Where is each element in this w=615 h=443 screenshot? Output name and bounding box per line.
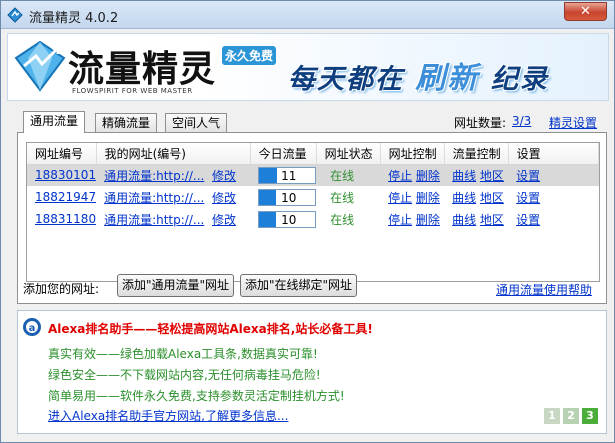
header-url-id[interactable]: 网址编号 [27,143,97,165]
edit-link[interactable]: 修改 [212,213,236,227]
url-id-link[interactable]: 18830101 [35,168,96,182]
stop-link[interactable]: 停止 [388,213,412,227]
slogan: 每天都在 刷新 纪录 [288,53,549,97]
traffic-value: 10 [281,212,297,227]
delete-link[interactable]: 删除 [416,213,440,227]
url-table: 网址编号 我的网址(编号) 今日流量 网址状态 网址控制 流量控制 设置 188… [26,142,600,282]
curve-link[interactable]: 曲线 [452,169,476,183]
spirit-settings-link[interactable]: 精灵设置 [549,114,597,131]
tab-precise-traffic[interactable]: 精确流量 [95,113,158,132]
banner: 流量精灵 FLOWSPIRIT FOR WEB MASTER 永久免费 每天都在… [7,33,609,101]
free-badge: 永久免费 [222,46,277,65]
traffic-fill [259,167,278,183]
stop-link[interactable]: 停止 [388,169,412,183]
slogan-part1: 每天都在 [288,64,404,95]
delete-link[interactable]: 删除 [416,191,440,205]
url-id-link[interactable]: 18831180 [35,212,96,226]
url-count-label: 网址数量: [454,116,507,130]
row-settings-link[interactable]: 设置 [516,191,540,205]
header-url-control[interactable]: 网址控制 [380,143,445,165]
ad-line-3: 简单易用——软件永久免费,支持参数灵活定制挂机方式! [48,389,345,403]
main-window: 流量精灵 4.0.2 ✕ 流量精灵 FLOWSPIRIT FOR WEB MAS… [0,0,615,443]
logo-subtitle: FLOWSPIRIT FOR WEB MASTER [72,87,193,95]
close-button[interactable]: ✕ [564,2,607,21]
logo-icon [14,40,66,92]
status-text: 在线 [330,190,355,205]
traffic-indicator: 11 [258,166,317,184]
status-text: 在线 [316,164,381,186]
svg-text:a: a [29,323,36,334]
help-link[interactable]: 通用流量使用帮助 [496,281,592,298]
url-count-link[interactable]: 3/3 [512,114,531,128]
url-link[interactable]: 通用流量:http://... [104,169,204,183]
traffic-fill [259,189,277,205]
add-general-url-button[interactable]: 添加"通用流量"网址 [117,274,235,297]
traffic-value: 11 [281,168,297,183]
ad-page-3[interactable]: 3 [582,408,598,424]
ad-page-1[interactable]: 1 [544,408,560,424]
header-my-url[interactable]: 我的网址(编号) [96,143,251,165]
traffic-indicator: 10 [258,210,317,228]
region-link[interactable]: 地区 [480,191,504,205]
edit-link[interactable]: 修改 [212,169,236,183]
table-header: 网址编号 我的网址(编号) 今日流量 网址状态 网址控制 流量控制 设置 [27,143,600,165]
table-row[interactable]: 18821947 通用流量:http://... 修改 10 在线 停止 删除 曲线 地区… [27,186,599,208]
header-settings[interactable]: 设置 [508,143,600,165]
tab-space-popularity[interactable]: 空间人气 [165,113,228,132]
traffic-fill [259,211,277,227]
status-text: 在线 [330,212,355,227]
tab-general-traffic[interactable]: 通用流量 [23,111,86,133]
edit-link[interactable]: 修改 [212,191,236,205]
row-settings-link[interactable]: 设置 [516,169,540,183]
traffic-indicator: 10 [258,188,317,206]
region-link[interactable]: 地区 [480,213,504,227]
window-title: 流量精灵 4.0.2 [29,11,119,26]
curve-link[interactable]: 曲线 [452,213,476,227]
logo-text: 流量精灵 [68,49,217,90]
stop-link[interactable]: 停止 [388,191,412,205]
alexa-logo-icon: a [23,318,41,336]
curve-link[interactable]: 曲线 [452,191,476,205]
delete-link[interactable]: 删除 [416,169,440,183]
region-link[interactable]: 地区 [480,169,504,183]
ad-panel: a Alexa排名助手——轻松提高网站Alexa排名,站长必备工具! 真实有效—… [17,310,607,434]
add-url-label: 添加您的网址: [23,282,100,296]
url-link[interactable]: 通用流量:http://... [104,213,204,227]
row-settings-link[interactable]: 设置 [516,213,540,227]
ad-official-site-link[interactable]: 进入Alexa排名助手官方网站,了解更多信息... [48,407,288,424]
app-icon [7,7,23,23]
add-online-url-button[interactable]: 添加"在线绑定"网址 [240,274,358,297]
header-url-status[interactable]: 网址状态 [316,143,381,165]
ad-title: Alexa排名助手——轻松提高网站Alexa排名,站长必备工具! [48,322,373,336]
ad-line-2: 绿色安全——不下载网站内容,无任何病毒挂马危险! [48,368,321,382]
url-link[interactable]: 通用流量:http://... [104,191,204,205]
ad-page-2[interactable]: 2 [563,408,579,424]
header-today-traffic[interactable]: 今日流量 [250,143,317,165]
url-id-link[interactable]: 18821947 [35,190,96,204]
table-row[interactable]: 18831180 通用流量:http://... 修改 10 在线 停止 删除 曲线 地区… [27,208,599,230]
ad-line-1: 真实有效——绿色加载Alexa工具条,数据真实可靠! [48,347,318,361]
header-traffic-control[interactable]: 流量控制 [444,143,509,165]
slogan-highlight: 刷新 [415,61,480,96]
title-bar[interactable]: 流量精灵 4.0.2 ✕ [1,1,614,29]
slogan-part2: 纪录 [490,64,549,95]
table-row[interactable]: 18830101 通用流量:http://... 修改 11 在线 停止 删除 曲线 地区… [27,164,599,186]
traffic-value: 10 [281,190,297,205]
